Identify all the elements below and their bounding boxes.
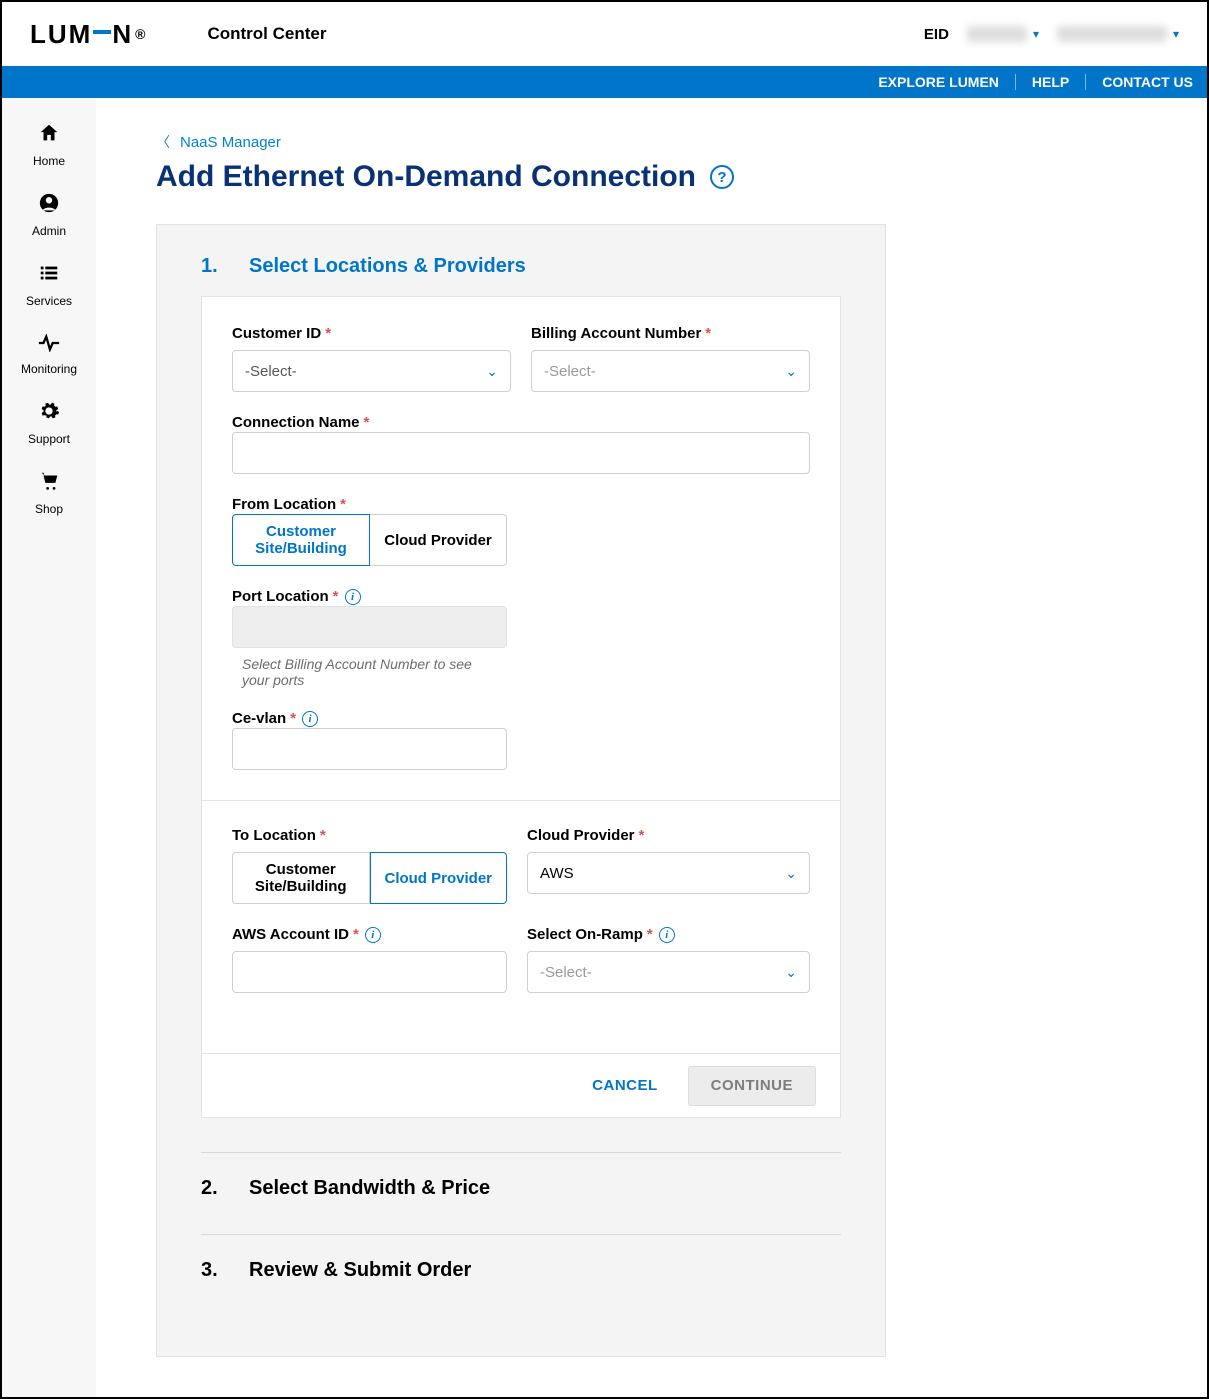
breadcrumb-label: NaaS Manager [180, 134, 281, 151]
nav-monitoring[interactable]: Monitoring [2, 320, 96, 388]
step-divider [201, 1234, 841, 1235]
account-dropdown[interactable]: ▾ [1057, 26, 1179, 42]
help-icon[interactable]: ? [710, 165, 734, 189]
chevron-down-icon: ⌄ [785, 363, 797, 380]
nav-support[interactable]: Support [2, 388, 96, 458]
ban-label: Billing Account Number* [531, 325, 810, 342]
from-location-label: From Location* [232, 496, 346, 513]
page-title-text: Add Ethernet On-Demand Connection [156, 160, 696, 194]
help-link[interactable]: HELP [1016, 74, 1086, 90]
info-icon[interactable]: i [365, 927, 381, 943]
cancel-button[interactable]: CANCEL [592, 1077, 658, 1094]
aws-account-id-label: AWS Account ID*i [232, 926, 507, 943]
connection-name-label: Connection Name* [232, 414, 369, 431]
chevron-down-icon: ▾ [1173, 27, 1179, 41]
chevron-left-icon: 〈 [156, 132, 170, 152]
nav-label: Services [26, 294, 72, 308]
info-icon[interactable]: i [345, 589, 361, 605]
chevron-down-icon: ⌄ [785, 964, 797, 981]
logo-reg-mark: ® [135, 26, 147, 42]
chevron-down-icon: ⌄ [486, 363, 498, 380]
seg-btn-label: Customer Site/Building [241, 861, 361, 895]
select-value: AWS [540, 865, 574, 882]
lumen-logo: LUM N® [30, 19, 147, 50]
step-2-number: 2. [201, 1177, 219, 1200]
to-cloud-provider-button[interactable]: Cloud Provider [370, 852, 508, 904]
chevron-down-icon: ⌄ [785, 865, 797, 882]
to-location-label: To Location* [232, 827, 507, 844]
explore-lumen-link[interactable]: EXPLORE LUMEN [862, 74, 1016, 90]
eid-dropdown[interactable]: ▾ [967, 26, 1039, 42]
ban-select[interactable]: -Select- ⌄ [531, 350, 810, 392]
utility-bar: EXPLORE LUMEN HELP CONTACT US [2, 66, 1207, 98]
info-icon[interactable]: i [302, 711, 318, 727]
from-cloud-provider-button[interactable]: Cloud Provider [370, 514, 507, 566]
gear-icon [38, 400, 60, 428]
customer-id-select[interactable]: -Select- ⌄ [232, 350, 511, 392]
port-location-label: Port Location*i [232, 588, 361, 605]
account-value-redacted [1057, 26, 1167, 42]
port-location-input [232, 606, 507, 648]
nav-services[interactable]: Services [2, 250, 96, 320]
seg-btn-label: Customer Site/Building [241, 523, 361, 557]
connection-name-input[interactable] [232, 432, 810, 474]
list-icon [38, 262, 60, 290]
nav-admin[interactable]: Admin [2, 180, 96, 250]
nav-label: Shop [35, 502, 63, 516]
panel-actions: CANCEL CONTINUE [201, 1054, 841, 1118]
nav-label: Admin [32, 224, 66, 238]
step-3-title[interactable]: Review & Submit Order [249, 1259, 471, 1282]
home-icon [38, 122, 60, 150]
side-nav: Home Admin Services Monitoring [2, 98, 96, 1397]
chevron-down-icon: ▾ [1033, 27, 1039, 41]
nav-label: Monitoring [21, 362, 77, 376]
cloud-provider-label: Cloud Provider* [527, 827, 810, 844]
contact-us-link[interactable]: CONTACT US [1086, 74, 1193, 90]
on-ramp-select[interactable]: -Select- ⌄ [527, 951, 810, 993]
step-1-panel: Customer ID* -Select- ⌄ Billing Account … [201, 296, 841, 1054]
continue-button[interactable]: CONTINUE [688, 1066, 816, 1106]
seg-btn-label: Cloud Provider [384, 870, 492, 887]
nav-shop[interactable]: Shop [2, 458, 96, 528]
step-1-number: 1. [201, 255, 219, 278]
panel-divider [202, 800, 840, 801]
wizard-container: 1. Select Locations & Providers Customer… [156, 224, 886, 1357]
app-name: Control Center [207, 24, 326, 44]
nav-label: Home [33, 154, 65, 168]
logo-text-post: N [112, 19, 133, 50]
select-placeholder: -Select- [544, 363, 596, 380]
eid-label: EID [924, 26, 949, 43]
seg-btn-label: Cloud Provider [384, 532, 492, 549]
cloud-provider-select[interactable]: AWS ⌄ [527, 852, 810, 894]
step-3-number: 3. [201, 1259, 219, 1282]
on-ramp-label: Select On-Ramp*i [527, 926, 810, 943]
step-2-title[interactable]: Select Bandwidth & Price [249, 1177, 490, 1200]
port-location-help: Select Billing Account Number to see you… [232, 656, 507, 688]
nav-label: Support [28, 432, 70, 446]
select-placeholder: -Select- [245, 363, 297, 380]
select-placeholder: -Select- [540, 964, 592, 981]
customer-id-label: Customer ID* [232, 325, 511, 342]
aws-account-id-input[interactable] [232, 951, 507, 993]
user-icon [38, 192, 60, 220]
to-customer-site-button[interactable]: Customer Site/Building [232, 852, 370, 904]
logo-text-pre: LUM [30, 19, 92, 50]
cart-icon [38, 470, 60, 498]
top-bar: LUM N® Control Center EID ▾ ▾ [2, 2, 1207, 66]
pulse-icon [38, 332, 60, 358]
from-customer-site-button[interactable]: Customer Site/Building [232, 514, 370, 566]
step-1-title: Select Locations & Providers [249, 255, 526, 278]
ce-vlan-input[interactable] [232, 728, 507, 770]
nav-home[interactable]: Home [2, 110, 96, 180]
page-title: Add Ethernet On-Demand Connection ? [156, 160, 1147, 194]
logo-bar [93, 30, 111, 34]
info-icon[interactable]: i [659, 927, 675, 943]
breadcrumb-naas-manager[interactable]: 〈 NaaS Manager [156, 132, 1147, 152]
step-divider [201, 1152, 841, 1153]
eid-value-redacted [967, 26, 1027, 42]
ce-vlan-label: Ce-vlan*i [232, 710, 318, 727]
